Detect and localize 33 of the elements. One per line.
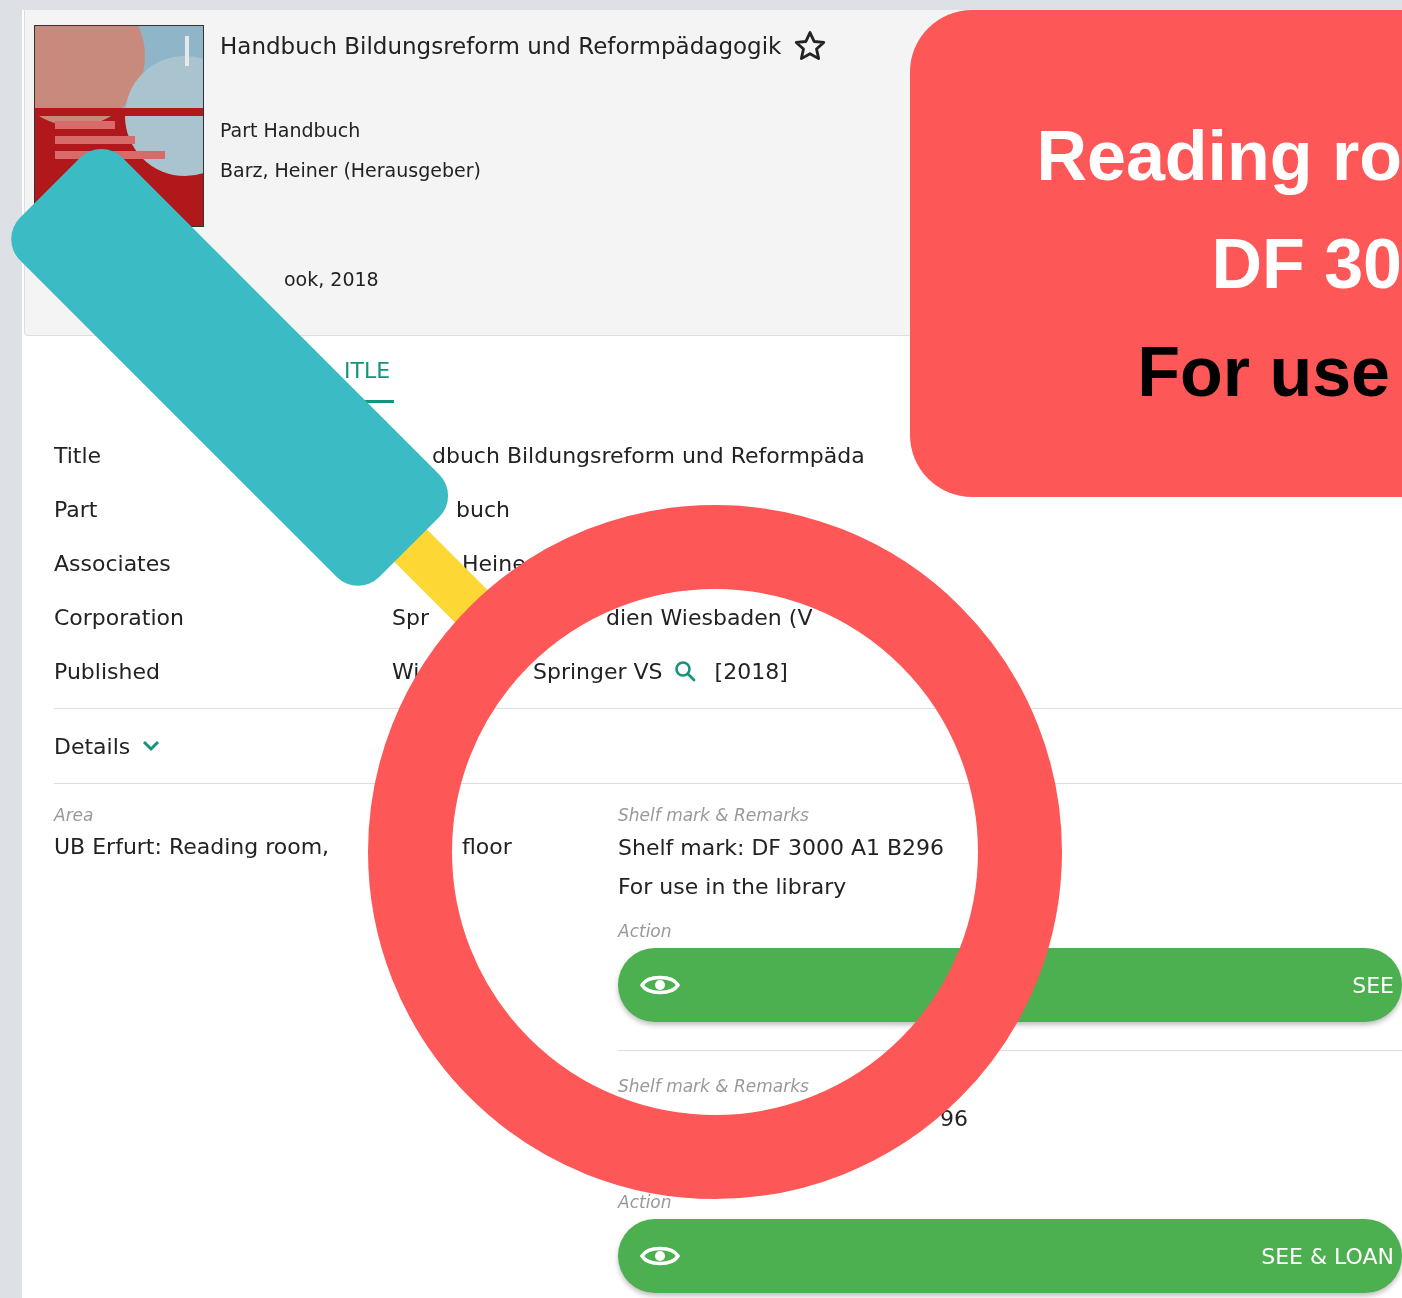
field-value: dien Wiesbaden (V [606,604,814,630]
shelf-label: Shelf mark & Remarks [618,804,810,827]
field-label: Published [54,658,161,684]
field-label: Part [54,496,99,522]
action-label: Action [618,920,673,943]
area-value: floor [462,833,513,861]
field-label: Associates [54,550,172,576]
callout-text: DF 30 [1211,224,1402,305]
area-label: Area [54,804,95,827]
author-text: Barz, Heiner (Herausgeber) [220,158,482,183]
format-text: ook, 2018 [283,267,380,292]
shelf-text: For use in the library [618,873,848,901]
action-button[interactable]: SEE & LOAN [618,1219,1402,1293]
action-label: Action [618,1191,673,1214]
field-value: Spr [392,604,430,630]
field-value: Wi [392,658,421,684]
field-label: Corporation [54,604,185,630]
shelf-text: Shelf mark: DF 3000 A1 B296 [618,834,946,862]
record-title: Handbuch Bildungsreform und Reformpädagogik [220,33,782,59]
callout-text: Reading ro [1036,116,1402,197]
field-value: buch [456,496,510,522]
details-toggle[interactable]: Details [54,733,163,759]
part-text: Part Handbuch [220,118,362,143]
field-value: dbuch Bildungsreform und Reformpäda [432,442,865,468]
field-label: Title [54,442,103,468]
field-value: Springer VS [533,658,663,684]
area-value: UB Erfurt: Reading room, [54,833,331,861]
star-icon[interactable] [793,29,828,63]
search-icon[interactable] [672,659,697,683]
field-value: [2018] [714,658,788,684]
shelf-text: 96 [940,1105,969,1133]
shelf-label: Shelf mark & Remarks [618,1075,810,1098]
callout-text: For use [1137,332,1390,413]
